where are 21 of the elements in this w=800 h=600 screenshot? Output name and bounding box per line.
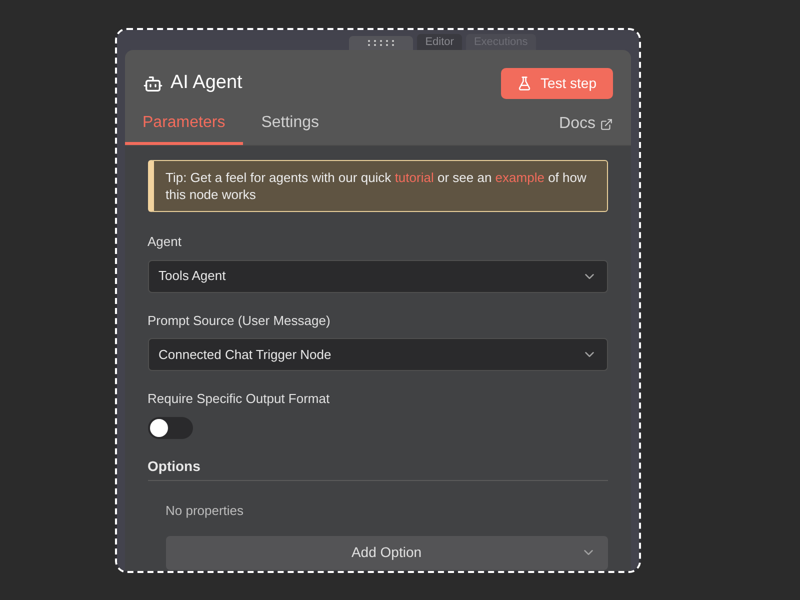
node-title: AI Agent bbox=[170, 71, 242, 96]
flask-icon bbox=[517, 76, 532, 91]
test-step-button[interactable]: Test step bbox=[501, 68, 612, 99]
drag-handle-icon[interactable] bbox=[349, 36, 414, 50]
field-label: Agent bbox=[148, 233, 182, 251]
tutorial-link[interactable]: tutorial bbox=[394, 170, 434, 185]
toggle-switch[interactable] bbox=[148, 416, 192, 438]
select-field[interactable]: Tools Agent bbox=[148, 260, 608, 292]
tip-text: Tip: Get a feel for agents with our quick tutorial or see an example of how this node works bbox=[166, 169, 588, 203]
tab[interactable]: Settings bbox=[243, 111, 338, 145]
example-link[interactable]: example bbox=[495, 170, 544, 185]
robot-icon bbox=[142, 74, 162, 94]
select-field[interactable]: Connected Chat Trigger Node bbox=[148, 338, 608, 371]
add-option-button[interactable]: Add Option bbox=[166, 536, 608, 570]
docs-link[interactable]: Docs bbox=[559, 112, 612, 145]
field-label: Require Specific Output Format bbox=[148, 390, 331, 408]
canvas-tab[interactable]: Editor bbox=[417, 34, 462, 50]
empty-text: No properties bbox=[166, 502, 244, 518]
field-label: Prompt Source (User Message) bbox=[148, 312, 332, 330]
options-title: Options bbox=[148, 458, 200, 474]
external-link-icon bbox=[600, 118, 612, 130]
